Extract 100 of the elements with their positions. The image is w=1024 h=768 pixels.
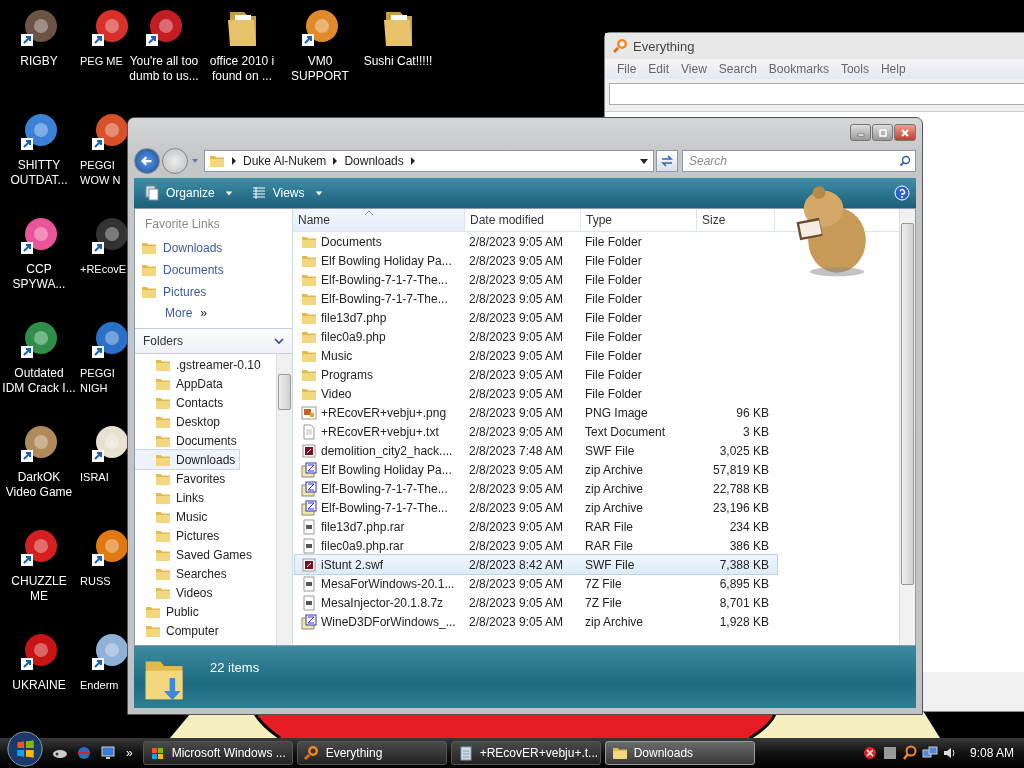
tree-item[interactable]: Music [135, 507, 212, 526]
menu-item[interactable]: File [611, 61, 643, 77]
file-row[interactable]: Elf-Bowling-7-1-7-The... 2/8/2023 9:05 AM zip Archive 22,788 KB [295, 479, 777, 498]
refresh-button[interactable] [656, 150, 678, 172]
minimize-button[interactable] [850, 124, 871, 141]
file-row[interactable]: +REcovER+vebju+.png 2/8/2023 9:05 AM PNG Image 96 KB [295, 403, 777, 422]
chevron-icon[interactable] [230, 156, 238, 166]
shortcut-icon[interactable] [90, 320, 130, 360]
breadcrumb-item[interactable]: Duke Al-Nukem [243, 154, 327, 168]
shortcut-icon[interactable] [90, 528, 130, 568]
file-row[interactable]: Programs 2/8/2023 9:05 AM File Folder [295, 365, 777, 384]
shortcut-icon[interactable] [19, 216, 59, 256]
file-row[interactable]: Elf-Bowling-7-1-7-The... 2/8/2023 9:05 AM File Folder [295, 289, 777, 308]
search-field[interactable] [609, 83, 1024, 105]
tree-item[interactable]: Videos [135, 583, 217, 602]
menu-item[interactable]: Tools [834, 61, 875, 77]
file-row[interactable]: Elf-Bowling-7-1-7-The... 2/8/2023 9:05 AM zip Archive 23,196 KB [295, 498, 777, 517]
file-row[interactable]: Elf Bowling Holiday Pa... 2/8/2023 9:05 AM zip Archive 57,819 KB [295, 460, 777, 479]
chevron-icon[interactable] [331, 156, 340, 166]
favorite-link[interactable]: Downloads [135, 237, 292, 259]
favorite-link[interactable]: Documents [135, 259, 292, 281]
more-link[interactable]: More [165, 306, 193, 320]
shortcut-icon[interactable] [19, 528, 59, 568]
breadcrumb-item[interactable]: Downloads [344, 154, 404, 168]
tree-item[interactable]: Computer [135, 621, 223, 640]
tree-item[interactable]: Searches [135, 564, 231, 583]
file-row[interactable]: filec0a9.php.rar 2/8/2023 9:05 AM RAR File 386 KB [295, 536, 777, 555]
file-row[interactable]: +REcovER+vebju+.txt 2/8/2023 9:05 AM Text Document 3 KB [295, 422, 777, 441]
taskbar-button[interactable]: Everything [296, 741, 447, 765]
back-button[interactable] [134, 148, 160, 174]
tree-item[interactable]: Public [135, 602, 203, 621]
close-button[interactable] [894, 124, 916, 141]
file-row[interactable]: Video 2/8/2023 9:05 AM File Folder [295, 384, 777, 403]
maximize-button[interactable] [872, 124, 893, 141]
shortcut-icon[interactable] [19, 424, 59, 464]
tree-item[interactable]: Downloads [135, 450, 240, 469]
shortcut-icon[interactable] [19, 320, 59, 360]
search-box[interactable]: Search [682, 150, 916, 172]
shortcut-icon[interactable] [144, 8, 184, 48]
shortcut-icon[interactable] [19, 8, 59, 48]
file-row[interactable]: file13d7.php 2/8/2023 9:05 AM File Folder [295, 308, 777, 327]
menu-item[interactable]: Search [712, 61, 763, 77]
file-row[interactable]: Music 2/8/2023 9:05 AM File Folder [295, 346, 777, 365]
shortcut-icon[interactable] [90, 8, 130, 48]
volume-icon[interactable] [941, 745, 958, 761]
clock[interactable]: 9:08 AM [969, 746, 1014, 760]
tree-item[interactable]: Favorites [135, 469, 230, 488]
dropdown-icon[interactable] [639, 156, 649, 166]
file-row[interactable]: Elf-Bowling-7-1-7-The... 2/8/2023 9:05 AM File Folder [295, 270, 777, 289]
taskbar-button[interactable]: Microsoft Windows ... [142, 741, 293, 765]
taskbar-button[interactable]: Downloads [604, 741, 755, 765]
file-row[interactable]: Elf Bowling Holiday Pa... 2/8/2023 9:05 AM File Folder [295, 251, 777, 270]
tree-item[interactable]: Contacts [135, 393, 228, 412]
column-header[interactable]: Type [581, 209, 697, 231]
file-row[interactable]: WineD3DForWindows_... 2/8/2023 9:05 AM zip Archive 1,928 KB [295, 612, 777, 631]
menu-item[interactable]: Help [874, 61, 912, 77]
address-bar[interactable]: Duke Al-Nukem Downloads [204, 150, 654, 172]
tray-app-icon[interactable] [881, 745, 898, 761]
tree-item[interactable]: Pictures [135, 526, 224, 545]
shortcut-icon[interactable] [90, 424, 130, 464]
file-row[interactable]: filec0a9.php 2/8/2023 9:05 AM File Folder [295, 327, 777, 346]
shortcut-icon[interactable] [90, 632, 130, 672]
shortcut-icon[interactable] [300, 8, 340, 48]
scrollbar[interactable] [276, 354, 292, 645]
column-header[interactable]: Date modified [465, 209, 581, 231]
overflow-chevron[interactable]: » [126, 746, 133, 760]
file-row[interactable]: Documents 2/8/2023 9:05 AM File Folder [295, 232, 777, 251]
shortcut-icon[interactable] [19, 112, 59, 152]
chevron-icon[interactable] [408, 156, 417, 166]
start-button[interactable] [6, 730, 44, 768]
scrollbar[interactable] [899, 209, 915, 645]
file-row[interactable]: MesaForWindows-20.1... 2/8/2023 9:05 AM 7Z File 6,895 KB [295, 574, 777, 593]
column-header[interactable]: Name [293, 209, 465, 231]
shortcut-icon[interactable] [90, 216, 130, 256]
file-row[interactable]: MesaInjector-20.1.8.7z 2/8/2023 9:05 AM 7Z File 8,701 KB [295, 593, 777, 612]
file-row[interactable]: demolition_city2_hack.... 2/8/2023 7:48 AM SWF File 3,025 KB [295, 441, 777, 460]
tree-item[interactable]: Saved Games [135, 545, 257, 564]
menu-item[interactable]: Bookmarks [762, 61, 835, 77]
taskbar-button[interactable]: +REcovER+vebju+.t... [450, 741, 601, 765]
toolbar-button[interactable]: Views [246, 183, 327, 203]
tree-item[interactable]: .gstreamer-0.10 [135, 355, 265, 374]
menu-item[interactable]: View [675, 61, 713, 77]
favorite-link[interactable]: Pictures [135, 281, 292, 303]
tree-item[interactable]: Links [135, 488, 208, 507]
folders-header[interactable]: Folders [135, 328, 292, 354]
file-row[interactable]: file13d7.php.rar 2/8/2023 9:05 AM RAR File 234 KB [295, 517, 777, 536]
shortcut-icon[interactable] [19, 632, 59, 672]
help-icon[interactable] [894, 185, 910, 201]
error-shield-icon[interactable] [861, 745, 878, 761]
monitor-icon[interactable] [100, 745, 116, 761]
tree-item[interactable]: Documents [135, 431, 241, 450]
forward-button[interactable] [162, 148, 188, 174]
search-field[interactable]: Search [687, 153, 899, 169]
menu-item[interactable]: Edit [642, 61, 676, 77]
column-header[interactable]: Size [697, 209, 775, 231]
network-icon[interactable] [921, 745, 938, 761]
shortcut-icon[interactable] [90, 112, 130, 152]
globe-icon[interactable] [76, 745, 92, 761]
tree-item[interactable]: AppData [135, 374, 227, 393]
tree-item[interactable]: Desktop [135, 412, 225, 431]
